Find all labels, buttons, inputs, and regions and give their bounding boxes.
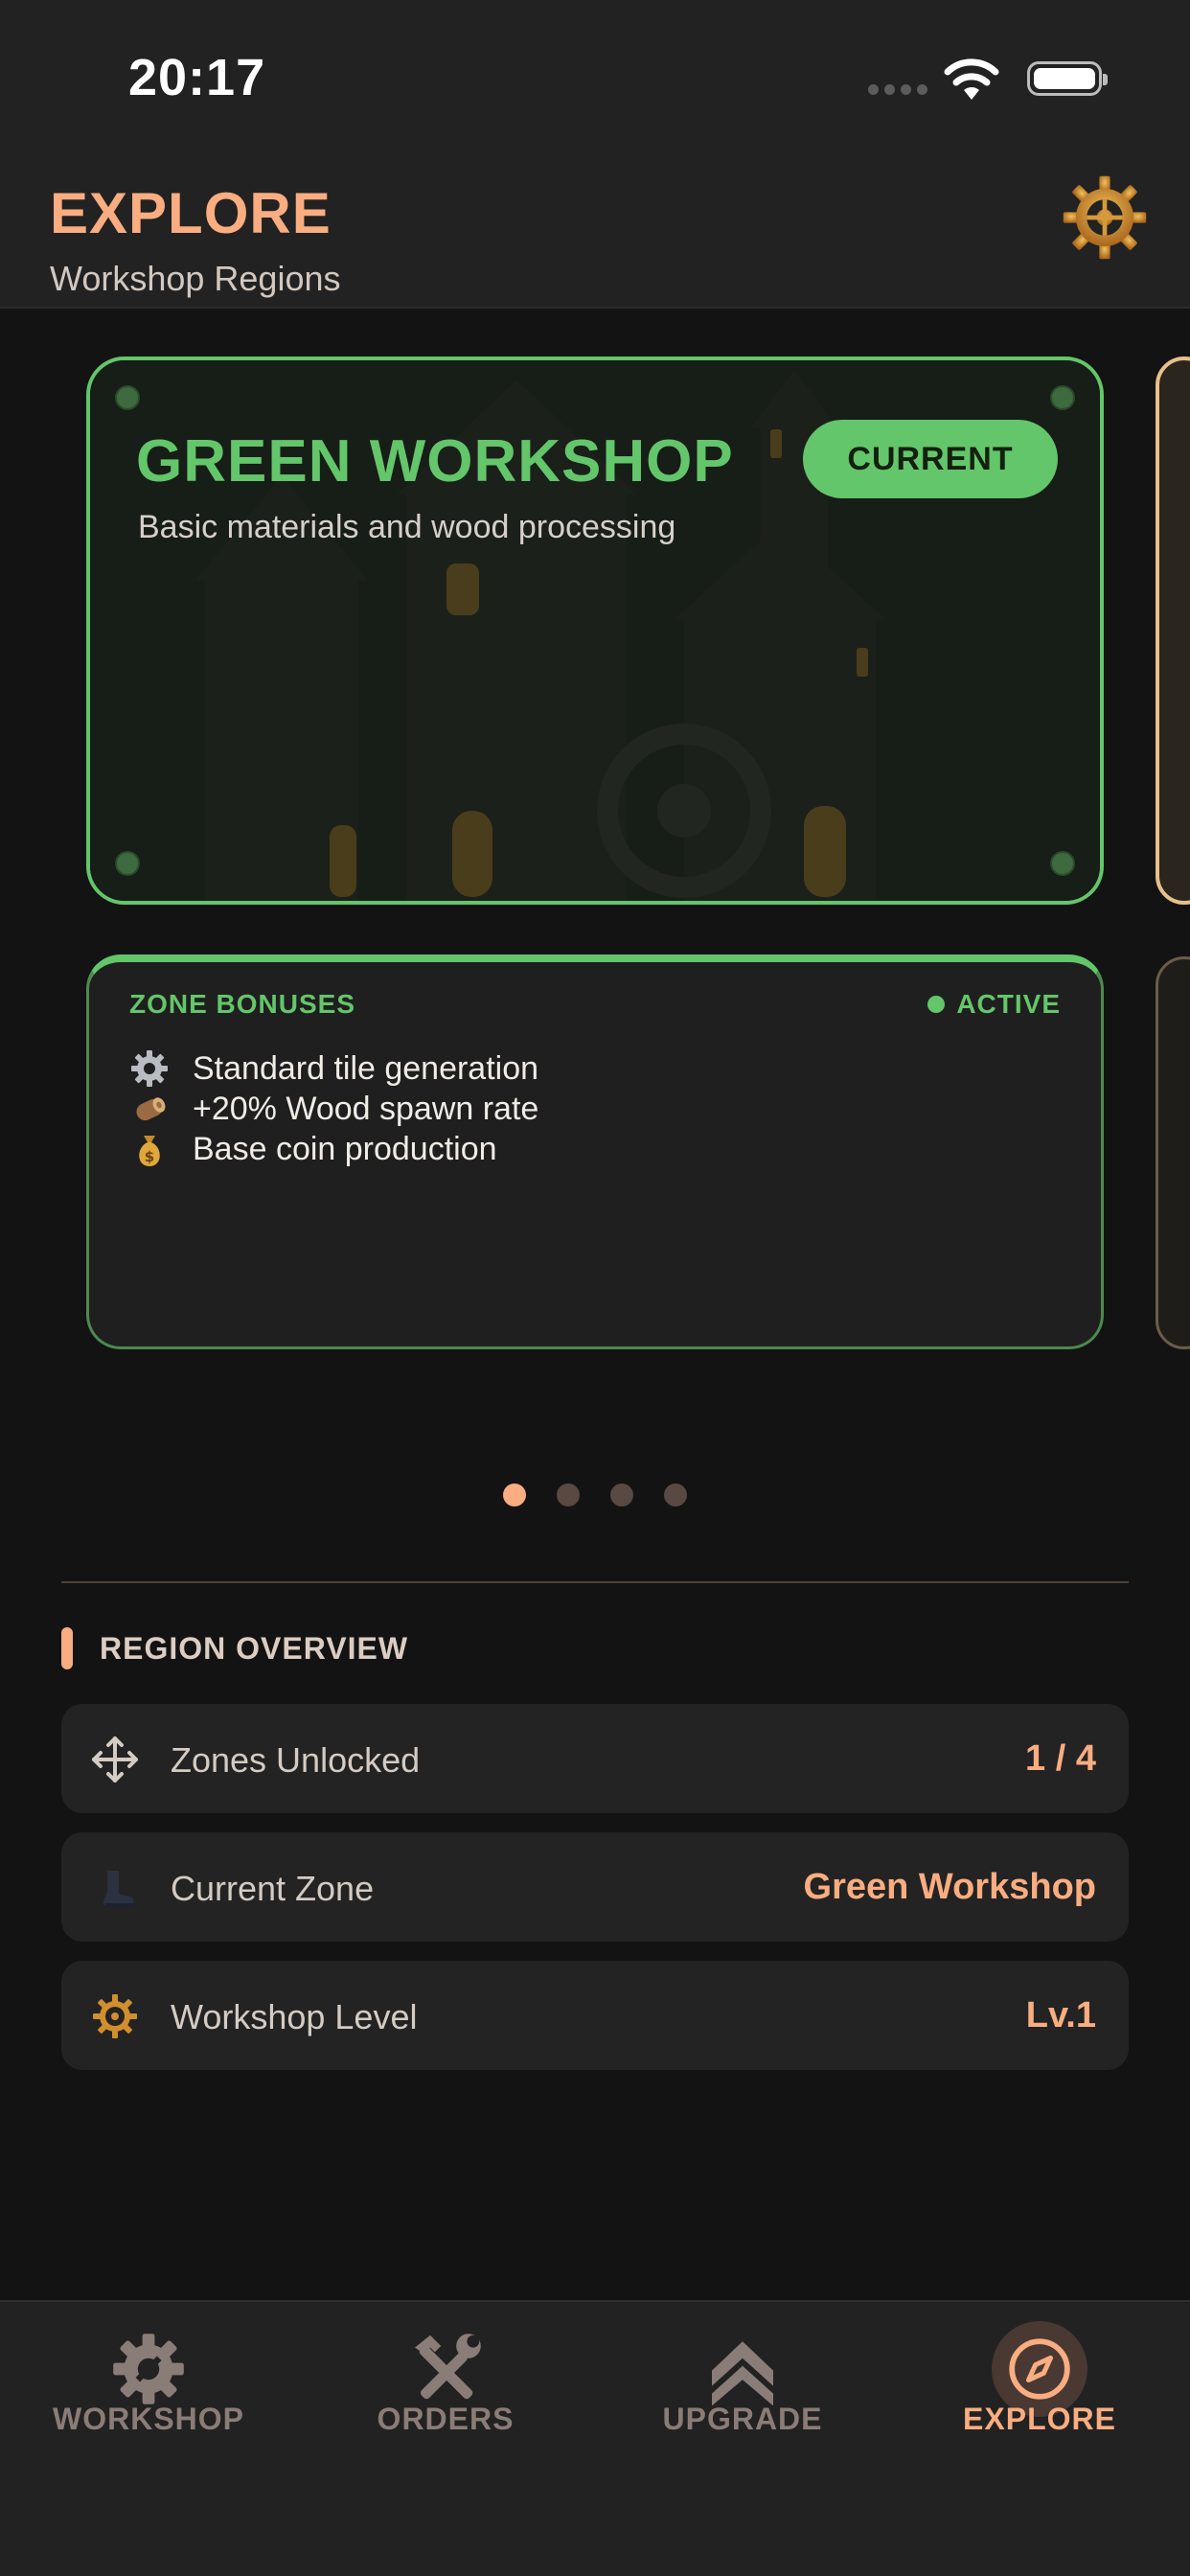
move-arrows-icon: [90, 1735, 140, 1784]
tab-workshop[interactable]: WORKSHOP: [0, 2302, 297, 2474]
zone-bonuses-card: ZONE BONUSES ACTIVE Standard tile genera…: [86, 954, 1104, 1349]
rivet-decoration: [1050, 385, 1075, 410]
zone-card-green-workshop[interactable]: GREEN WORKSHOP Basic materials and wood …: [86, 356, 1104, 905]
app-header: EXPLORE Workshop Regions: [0, 144, 1190, 309]
rivet-decoration: [115, 385, 140, 410]
section-accent-bar: [61, 1627, 73, 1669]
overview-value: Green Workshop: [803, 1867, 1096, 1907]
gear-icon: [129, 1048, 170, 1089]
page-subtitle: Workshop Regions: [50, 259, 341, 298]
status-bar: 20:17: [0, 0, 1190, 144]
rivet-decoration: [1050, 851, 1075, 876]
pagination-dot[interactable]: [557, 1484, 580, 1506]
list-item: $ Base coin production: [129, 1129, 538, 1169]
overview-label: Zones Unlocked: [171, 1740, 421, 1780]
overview-row-current-zone: Current Zone Green Workshop: [61, 1832, 1129, 1942]
overview-value: Lv.1: [1025, 1995, 1096, 2036]
tab-explore[interactable]: EXPLORE: [891, 2302, 1188, 2474]
zone-description: Basic materials and wood processing: [138, 509, 676, 545]
bonus-text: Standard tile generation: [193, 1049, 539, 1087]
gear-icon: [90, 1991, 140, 2041]
zone-bonuses-label: ZONE BONUSES: [129, 989, 356, 1019]
status-time: 20:17: [128, 49, 266, 106]
next-zone-bonuses-peek: [1156, 956, 1190, 1349]
overview-label: Current Zone: [171, 1869, 375, 1908]
bonus-text: Base coin production: [193, 1130, 497, 1167]
svg-text:$: $: [145, 1148, 154, 1165]
overview-row-workshop-level: Workshop Level Lv.1: [61, 1961, 1129, 2070]
rivet-decoration: [115, 851, 140, 876]
current-zone-badge: CURRENT: [803, 420, 1058, 498]
tab-upgrade[interactable]: UPGRADE: [594, 2302, 891, 2474]
overview-label: Workshop Level: [171, 1997, 418, 2036]
wifi-icon: [944, 58, 999, 100]
wood-log-icon: [129, 1089, 170, 1129]
active-status-label: ACTIVE: [956, 989, 1061, 1019]
region-overview-title: REGION OVERVIEW: [100, 1631, 409, 1666]
carousel-pagination: [0, 1484, 1190, 1506]
active-status: ACTIVE: [927, 989, 1061, 1020]
pagination-dot[interactable]: [610, 1484, 633, 1506]
page-title: EXPLORE: [50, 181, 332, 245]
tab-label: WORKSHOP: [53, 2402, 244, 2436]
pagination-dot-active[interactable]: [503, 1484, 526, 1506]
list-item: Standard tile generation: [129, 1048, 538, 1089]
gear-icon[interactable]: [1060, 172, 1150, 263]
tab-label: ORDERS: [377, 2402, 515, 2436]
pagination-dot[interactable]: [664, 1484, 687, 1506]
overview-row-zones-unlocked: Zones Unlocked 1 / 4: [61, 1704, 1129, 1813]
bonus-list: Standard tile generation +20% Wood spawn…: [129, 1048, 538, 1169]
overview-value: 1 / 4: [1025, 1738, 1096, 1779]
bonus-text: +20% Wood spawn rate: [193, 1090, 539, 1127]
cellular-signal-icon: [868, 84, 927, 95]
money-bag-icon: $: [129, 1129, 170, 1169]
battery-icon: [1027, 61, 1108, 96]
zone-title: GREEN WORKSHOP: [136, 428, 734, 494]
tab-label: UPGRADE: [662, 2402, 823, 2436]
tab-orders[interactable]: ORDERS: [297, 2302, 594, 2474]
section-divider: [61, 1581, 1129, 1583]
list-item: +20% Wood spawn rate: [129, 1089, 538, 1129]
status-dot-icon: [927, 996, 946, 1013]
next-zone-card-peek[interactable]: [1156, 356, 1190, 905]
tab-label: EXPLORE: [963, 2402, 1116, 2436]
boot-icon: [90, 1863, 140, 1913]
bottom-tab-bar: WORKSHOP ORDERS UPGRADE EXPLORE: [0, 2300, 1190, 2576]
